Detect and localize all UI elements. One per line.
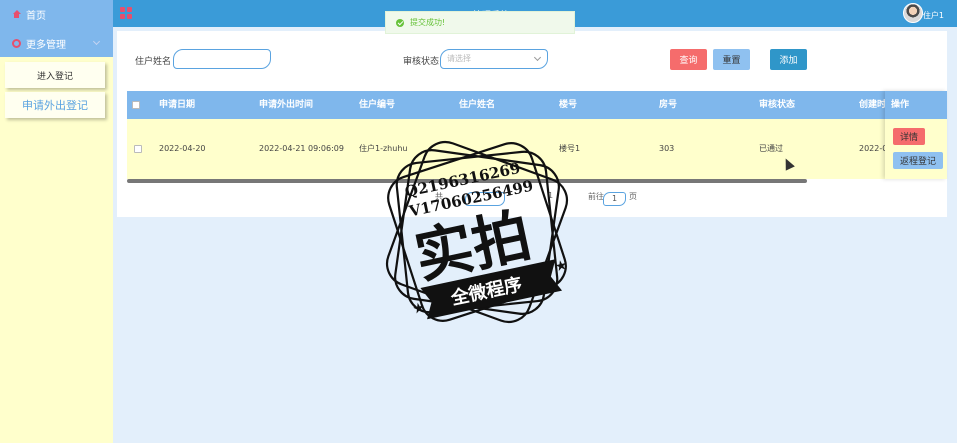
cell-status: 已通过 bbox=[759, 144, 783, 153]
sidebar: 首页 更多管理 进入登记 申请外出登记 bbox=[0, 0, 113, 443]
cell-room: 303 bbox=[659, 144, 675, 153]
query-button[interactable]: 查询 bbox=[670, 49, 707, 70]
cell-apply-date: 2022-04-20 bbox=[159, 144, 206, 153]
status-select[interactable]: 请选择 bbox=[440, 49, 548, 69]
detail-button[interactable]: 详情 bbox=[893, 128, 925, 145]
select-all-checkbox[interactable] bbox=[132, 101, 140, 109]
sidebar-item-outing-apply[interactable]: 申请外出登记 bbox=[5, 92, 105, 118]
col-apply-date: 申请日期 bbox=[159, 100, 196, 110]
pagination-goto-input[interactable]: 1 bbox=[603, 192, 626, 206]
action-cell: 详情 返程登记 bbox=[885, 119, 947, 179]
star-icon: ★ bbox=[553, 257, 569, 275]
pagination-page-suffix: 页 bbox=[629, 192, 637, 201]
sidebar-item-entry-register[interactable]: 进入登记 bbox=[5, 62, 105, 88]
action-column: 操作 详情 返程登记 bbox=[885, 91, 947, 179]
col-out-time: 申请外出时间 bbox=[259, 100, 314, 110]
sidebar-more-label: 更多管理 bbox=[26, 39, 66, 51]
resident-name-label: 住户姓名 bbox=[135, 57, 172, 67]
success-check-icon bbox=[396, 18, 404, 27]
sidebar-item-label: 申请外出登记 bbox=[22, 99, 88, 112]
status-select-placeholder: 请选择 bbox=[447, 54, 471, 63]
settings-icon bbox=[12, 38, 21, 48]
home-icon bbox=[12, 10, 21, 19]
cell-out-time: 2022-04-21 09:06:09 bbox=[259, 144, 344, 153]
sidebar-item-home[interactable]: 首页 bbox=[0, 0, 113, 29]
add-button[interactable]: 添加 bbox=[770, 49, 807, 70]
avatar[interactable] bbox=[903, 3, 923, 23]
col-room: 房号 bbox=[659, 100, 678, 110]
table-header: 申请日期 申请外出时间 住户编号 住户姓名 楼号 房号 审核状态 创建时 bbox=[127, 91, 947, 119]
chevron-down-icon bbox=[92, 37, 101, 46]
resident-name-input[interactable] bbox=[173, 49, 271, 69]
row-checkbox[interactable] bbox=[134, 145, 142, 153]
menu-grid-icon[interactable] bbox=[120, 7, 133, 20]
sidebar-item-more[interactable]: 更多管理 bbox=[0, 29, 113, 57]
col-building: 楼号 bbox=[559, 100, 578, 110]
success-toast: 提交成功! bbox=[385, 11, 575, 34]
toast-message: 提交成功! bbox=[410, 18, 446, 27]
sidebar-home-label: 首页 bbox=[26, 11, 46, 22]
pagination-goto-label: 前往 bbox=[588, 192, 604, 201]
star-icon: ★ bbox=[411, 300, 427, 318]
sidebar-item-label: 进入登记 bbox=[36, 71, 73, 82]
reset-button[interactable]: 重置 bbox=[713, 49, 750, 70]
watermark-stamp: Q2196316269 V17060256499 实拍 全微程序 ★ ★ bbox=[385, 140, 569, 324]
status-label: 审核状态 bbox=[403, 57, 440, 67]
col-resident-no: 住户编号 bbox=[359, 100, 396, 110]
col-created: 创建时 bbox=[859, 100, 887, 110]
col-resident-name: 住户姓名 bbox=[459, 100, 496, 110]
username[interactable]: 住户1 bbox=[923, 10, 944, 21]
col-actions: 操作 bbox=[885, 91, 947, 119]
return-register-button[interactable]: 返程登记 bbox=[893, 152, 943, 169]
col-status: 审核状态 bbox=[759, 100, 796, 110]
